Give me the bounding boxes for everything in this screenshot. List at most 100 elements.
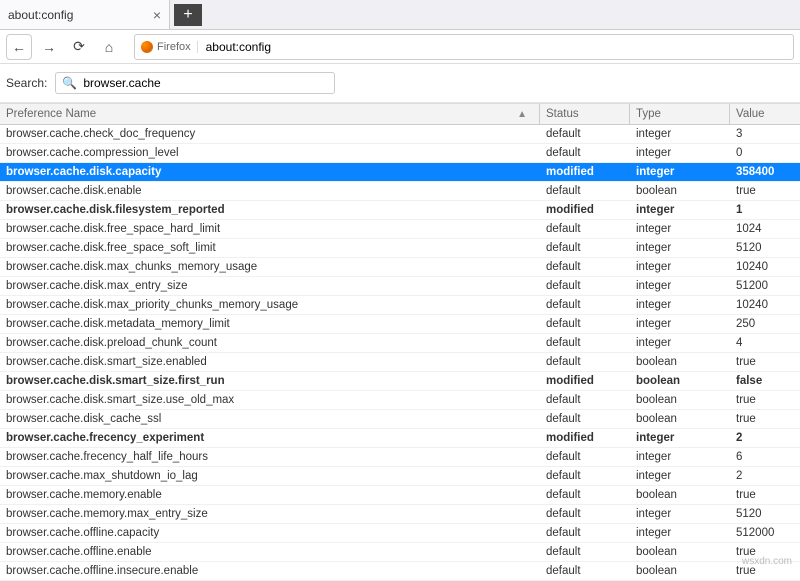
tab-title: about:config bbox=[8, 8, 73, 22]
pref-name: browser.cache.disk.max_priority_chunks_m… bbox=[0, 296, 540, 314]
pref-name: browser.cache.disk.smart_size.enabled bbox=[0, 353, 540, 371]
pref-name: browser.cache.frecency_half_life_hours bbox=[0, 448, 540, 466]
pref-row[interactable]: browser.cache.disk_cache_ssldefaultboole… bbox=[0, 410, 800, 429]
pref-value: 512000 bbox=[730, 524, 800, 542]
pref-row[interactable]: browser.cache.disk.max_chunks_memory_usa… bbox=[0, 258, 800, 277]
pref-status: modified bbox=[540, 163, 630, 181]
sort-asc-icon: ▲ bbox=[517, 109, 533, 120]
pref-row[interactable]: browser.cache.disk.smart_size.first_runm… bbox=[0, 372, 800, 391]
pref-name: browser.cache.max_shutdown_io_lag bbox=[0, 467, 540, 485]
pref-value: 2 bbox=[730, 429, 800, 447]
pref-status: modified bbox=[540, 372, 630, 390]
tab-bar: about:config × + bbox=[0, 0, 800, 30]
pref-value: 1 bbox=[730, 201, 800, 219]
pref-type: boolean bbox=[630, 486, 730, 504]
pref-row[interactable]: browser.cache.frecency_half_life_hoursde… bbox=[0, 448, 800, 467]
column-name-label: Preference Name bbox=[6, 108, 96, 120]
back-button[interactable]: ← bbox=[6, 34, 32, 60]
pref-value: true bbox=[730, 353, 800, 371]
pref-status: default bbox=[540, 505, 630, 523]
pref-name: browser.cache.disk.capacity bbox=[0, 163, 540, 181]
pref-row[interactable]: browser.cache.max_shutdown_io_lagdefault… bbox=[0, 467, 800, 486]
pref-value: true bbox=[730, 486, 800, 504]
pref-status: default bbox=[540, 410, 630, 428]
pref-name: browser.cache.disk.smart_size.first_run bbox=[0, 372, 540, 390]
pref-row[interactable]: browser.cache.disk.metadata_memory_limit… bbox=[0, 315, 800, 334]
pref-status: default bbox=[540, 239, 630, 257]
column-name[interactable]: Preference Name ▲ bbox=[0, 104, 540, 124]
url-bar[interactable]: Firefox bbox=[134, 34, 794, 60]
pref-row[interactable]: browser.cache.disk.smart_size.enableddef… bbox=[0, 353, 800, 372]
pref-name: browser.cache.disk.free_space_hard_limit bbox=[0, 220, 540, 238]
pref-row[interactable]: browser.cache.offline.insecure.enabledef… bbox=[0, 562, 800, 581]
pref-row[interactable]: browser.cache.disk.max_priority_chunks_m… bbox=[0, 296, 800, 315]
pref-row[interactable]: browser.cache.offline.enabledefaultboole… bbox=[0, 543, 800, 562]
preference-list: browser.cache.check_doc_frequencydefault… bbox=[0, 125, 800, 581]
pref-row[interactable]: browser.cache.memory.enabledefaultboolea… bbox=[0, 486, 800, 505]
pref-row[interactable]: browser.cache.disk.filesystem_reportedmo… bbox=[0, 201, 800, 220]
pref-name: browser.cache.disk.smart_size.use_old_ma… bbox=[0, 391, 540, 409]
pref-row[interactable]: browser.cache.disk.preload_chunk_countde… bbox=[0, 334, 800, 353]
column-value[interactable]: Value bbox=[730, 104, 800, 124]
column-status[interactable]: Status bbox=[540, 104, 630, 124]
pref-type: boolean bbox=[630, 182, 730, 200]
pref-name: browser.cache.disk_cache_ssl bbox=[0, 410, 540, 428]
close-icon[interactable]: × bbox=[153, 7, 161, 23]
pref-type: integer bbox=[630, 125, 730, 143]
pref-row[interactable]: browser.cache.memory.max_entry_sizedefau… bbox=[0, 505, 800, 524]
column-type[interactable]: Type bbox=[630, 104, 730, 124]
url-input[interactable] bbox=[204, 39, 787, 55]
pref-row[interactable]: browser.cache.disk.free_space_hard_limit… bbox=[0, 220, 800, 239]
new-tab-button[interactable]: + bbox=[174, 4, 202, 26]
pref-row[interactable]: browser.cache.disk.smart_size.use_old_ma… bbox=[0, 391, 800, 410]
pref-name: browser.cache.disk.max_chunks_memory_usa… bbox=[0, 258, 540, 276]
pref-row[interactable]: browser.cache.offline.capacitydefaultint… bbox=[0, 524, 800, 543]
pref-status: default bbox=[540, 524, 630, 542]
pref-value: true bbox=[730, 410, 800, 428]
pref-row[interactable]: browser.cache.frecency_experimentmodifie… bbox=[0, 429, 800, 448]
pref-name: browser.cache.compression_level bbox=[0, 144, 540, 162]
pref-type: boolean bbox=[630, 353, 730, 371]
pref-row[interactable]: browser.cache.compression_leveldefaultin… bbox=[0, 144, 800, 163]
forward-button[interactable]: → bbox=[36, 34, 62, 60]
pref-status: default bbox=[540, 562, 630, 580]
reload-button[interactable]: ⟳ bbox=[66, 34, 92, 60]
pref-row[interactable]: browser.cache.disk.enabledefaultbooleant… bbox=[0, 182, 800, 201]
pref-type: integer bbox=[630, 505, 730, 523]
search-box[interactable]: 🔍 bbox=[55, 72, 335, 94]
pref-row[interactable]: browser.cache.disk.max_entry_sizedefault… bbox=[0, 277, 800, 296]
browser-tab[interactable]: about:config × bbox=[0, 0, 170, 29]
pref-value: 4 bbox=[730, 334, 800, 352]
home-button[interactable]: ⌂ bbox=[96, 34, 122, 60]
pref-type: boolean bbox=[630, 543, 730, 561]
pref-type: boolean bbox=[630, 410, 730, 428]
pref-row[interactable]: browser.cache.check_doc_frequencydefault… bbox=[0, 125, 800, 144]
pref-name: browser.cache.frecency_experiment bbox=[0, 429, 540, 447]
pref-status: modified bbox=[540, 429, 630, 447]
pref-type: integer bbox=[630, 144, 730, 162]
column-headers: Preference Name ▲ Status Type Value bbox=[0, 103, 800, 125]
pref-name: browser.cache.disk.preload_chunk_count bbox=[0, 334, 540, 352]
pref-value: 6 bbox=[730, 448, 800, 466]
pref-value: 358400 bbox=[730, 163, 800, 181]
pref-value: 0 bbox=[730, 144, 800, 162]
pref-name: browser.cache.disk.max_entry_size bbox=[0, 277, 540, 295]
pref-type: integer bbox=[630, 201, 730, 219]
pref-row[interactable]: browser.cache.disk.capacitymodifiedinteg… bbox=[0, 163, 800, 182]
pref-type: boolean bbox=[630, 562, 730, 580]
pref-value: 250 bbox=[730, 315, 800, 333]
pref-type: integer bbox=[630, 315, 730, 333]
pref-row[interactable]: browser.cache.disk.free_space_soft_limit… bbox=[0, 239, 800, 258]
pref-value: 2 bbox=[730, 467, 800, 485]
pref-value: true bbox=[730, 182, 800, 200]
pref-status: default bbox=[540, 258, 630, 276]
firefox-label: Firefox bbox=[157, 41, 191, 53]
pref-status: default bbox=[540, 277, 630, 295]
search-icon: 🔍 bbox=[62, 76, 77, 90]
pref-name: browser.cache.disk.free_space_soft_limit bbox=[0, 239, 540, 257]
search-input[interactable] bbox=[81, 75, 328, 91]
search-row: Search: 🔍 bbox=[0, 64, 800, 103]
pref-status: default bbox=[540, 486, 630, 504]
pref-type: integer bbox=[630, 239, 730, 257]
pref-type: integer bbox=[630, 524, 730, 542]
